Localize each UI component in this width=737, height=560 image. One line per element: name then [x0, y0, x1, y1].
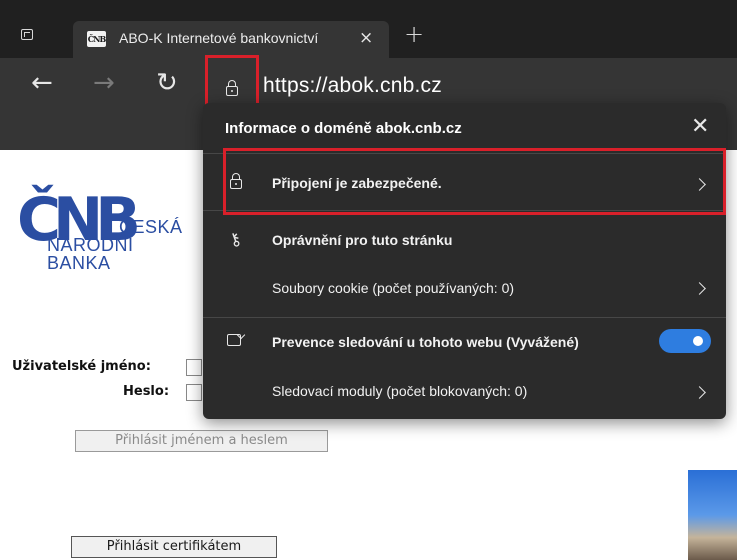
panel-title: Informace o doméně abok.cnb.cz: [225, 120, 462, 137]
password-input[interactable]: [186, 384, 202, 401]
panel-divider: [203, 317, 726, 318]
cookies-row-label: Soubory cookie (počet používaných: 0): [272, 280, 515, 296]
trackers-row-label: Sledovací moduly (počet blokovaných: 0): [272, 383, 528, 399]
toggle-knob: [693, 336, 703, 346]
password-label: Heslo:: [123, 384, 170, 399]
login-password-button[interactable]: Přihlásit jménem a heslem: [75, 430, 328, 452]
new-tab-icon[interactable]: +: [404, 20, 424, 48]
logo-line-ceska: ČESKÁ: [119, 217, 183, 237]
permissions-row-label: Oprávnění pro tuto stránku: [272, 232, 453, 248]
login-certificate-button[interactable]: Přihlásit certifikátem: [71, 536, 277, 558]
tab-actions-icon[interactable]: [21, 29, 33, 40]
tracking-prevention-toggle[interactable]: [659, 329, 711, 353]
address-bar-url[interactable]: https://abok.cnb.cz: [263, 74, 442, 98]
chevron-right-icon: [693, 386, 706, 399]
key-icon: ⚷: [225, 228, 245, 252]
close-panel-icon[interactable]: ✕: [691, 114, 709, 139]
username-input[interactable]: [186, 359, 202, 376]
forward-icon[interactable]: →: [93, 68, 115, 98]
tracking-prevention-icon: [227, 334, 241, 346]
tab-title: ABO-K Internetové bankovnictví: [119, 30, 319, 46]
refresh-icon[interactable]: ↻: [156, 68, 178, 98]
back-icon[interactable]: ←: [31, 68, 53, 98]
chevron-right-icon: [693, 282, 706, 295]
page-photo: [688, 470, 737, 560]
connection-highlight-box: [223, 148, 726, 215]
logo-line-banka: BANKA: [47, 253, 111, 273]
cnb-favicon-icon: ČNB: [87, 31, 106, 47]
browser-tab[interactable]: ČNB ABO-K Internetové bankovnictví ×: [73, 21, 389, 58]
tab-bar: ČNB ABO-K Internetové bankovnictví × +: [0, 0, 737, 58]
logo-line-narodni: NÁRODNÍ: [47, 235, 134, 255]
tracking-prevention-label: Prevence sledování u tohoto webu (Vyváže…: [272, 334, 579, 350]
cnb-logo: ČNB ČESKÁ NÁRODNÍ BANKA: [17, 190, 197, 290]
username-label: Uživatelské jméno:: [12, 359, 151, 374]
close-tab-icon[interactable]: ×: [359, 28, 373, 48]
